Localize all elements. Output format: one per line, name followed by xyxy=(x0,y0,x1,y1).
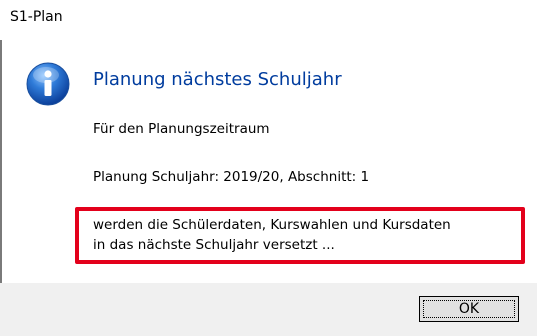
window-title: S1-Plan xyxy=(10,9,63,25)
ok-button[interactable]: OK xyxy=(419,296,519,322)
message-dialog: S1-Plan Planung nächstes Schuljahr Für d… xyxy=(0,0,537,336)
title-bar[interactable]: S1-Plan xyxy=(0,0,537,40)
highlighted-message-line-1: werden die Schülerdaten, Kurswahlen und … xyxy=(93,217,451,233)
message-line-1: Für den Planungszeitraum xyxy=(93,121,270,137)
button-bar: OK xyxy=(0,283,537,336)
highlighted-message-line-2: in das nächste Schuljahr versetzt ... xyxy=(93,237,335,253)
info-icon xyxy=(26,62,70,106)
message-line-2: Planung Schuljahr: 2019/20, Abschnitt: 1 xyxy=(93,169,370,185)
dialog-heading: Planung nächstes Schuljahr xyxy=(93,69,342,90)
highlighted-message: werden die Schülerdaten, Kurswahlen und … xyxy=(93,215,451,255)
